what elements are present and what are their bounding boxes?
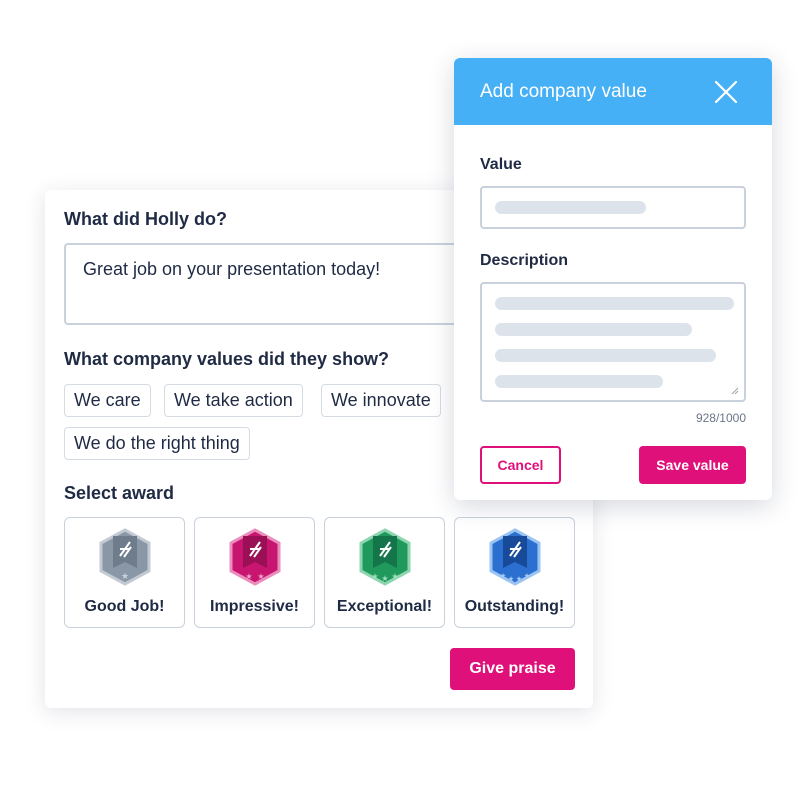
award-label-impressive: Impressive! (210, 598, 299, 615)
badge-gray-icon: ★ (99, 528, 151, 586)
character-count: 928/1000 (695, 411, 746, 425)
svg-text:★: ★ (500, 572, 506, 580)
award-tile-exceptional[interactable]: ★ ★ ★ Exceptional! (324, 517, 445, 628)
description-textarea[interactable] (480, 282, 746, 402)
description-field-label: Description (480, 252, 569, 269)
award-tile-outstanding[interactable]: ★ ★ ★ ★ Outstanding! (454, 517, 575, 628)
value-chip-we-innovate[interactable]: We innovate (321, 384, 441, 417)
give-praise-button[interactable]: Give praise (450, 648, 575, 690)
svg-text:★: ★ (516, 575, 522, 583)
svg-text:★: ★ (391, 572, 398, 581)
description-placeholder-line (495, 349, 716, 362)
value-placeholder-line (495, 201, 646, 214)
award-tile-good-job[interactable]: ★ Good Job! (64, 517, 185, 628)
value-chip-we-care[interactable]: We care (64, 384, 151, 417)
modal-title: Add company value (480, 81, 647, 102)
value-input[interactable] (480, 186, 746, 229)
svg-text:★: ★ (508, 575, 514, 583)
what-did-label: What did Holly do? (64, 209, 227, 229)
value-chip-we-do-the-right-thing[interactable]: We do the right thing (64, 427, 250, 460)
cancel-button[interactable]: Cancel (480, 446, 561, 484)
description-placeholder-line (495, 323, 692, 336)
resize-handle-icon[interactable] (731, 387, 739, 395)
award-label-good-job: Good Job! (84, 598, 165, 615)
award-label-exceptional: Exceptional! (336, 598, 433, 615)
company-values-label: What company values did they show? (64, 349, 390, 369)
svg-text:★: ★ (245, 572, 252, 581)
svg-text:★: ★ (381, 574, 388, 583)
praise-message-input[interactable]: Great job on your presentation today! (64, 243, 504, 325)
badge-green-icon: ★ ★ ★ (359, 528, 411, 586)
badge-magenta-icon: ★ ★ (229, 528, 281, 586)
svg-text:★: ★ (524, 572, 530, 580)
description-placeholder-line (495, 297, 734, 310)
select-award-label: Select award (64, 483, 175, 503)
badge-blue-icon: ★ ★ ★ ★ (489, 528, 541, 586)
value-field-label: Value (480, 156, 522, 173)
modal-header: Add company value (454, 58, 772, 125)
description-placeholder-line (495, 375, 663, 388)
svg-text:★: ★ (371, 572, 378, 581)
award-tile-impressive[interactable]: ★ ★ Impressive! (194, 517, 315, 628)
save-value-button[interactable]: Save value (639, 446, 746, 484)
value-chip-we-take-action[interactable]: We take action (164, 384, 303, 417)
close-icon[interactable] (712, 78, 740, 106)
svg-text:★: ★ (121, 572, 129, 582)
add-company-value-modal: Add company value Value Description 928/… (454, 58, 772, 500)
award-label-outstanding: Outstanding! (464, 598, 565, 615)
svg-text:★: ★ (257, 572, 264, 581)
